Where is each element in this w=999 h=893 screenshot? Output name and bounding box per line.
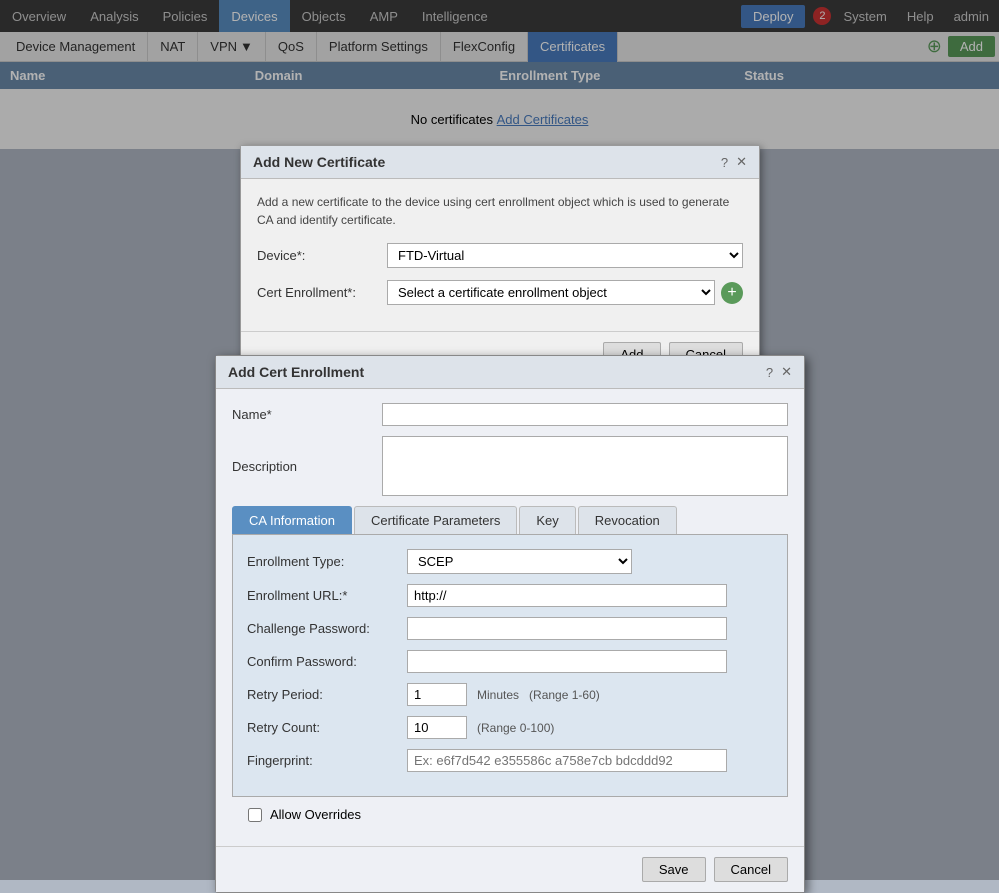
confirm-password-row: Confirm Password: bbox=[247, 650, 773, 673]
tab-ca-content: Enrollment Type: SCEP Enrollment URL:* C… bbox=[232, 535, 788, 797]
device-select[interactable]: FTD-Virtual bbox=[387, 243, 743, 268]
confirm-password-label: Confirm Password: bbox=[247, 654, 407, 669]
ace-description-label: Description bbox=[232, 459, 382, 474]
dialog-ace-close-icon[interactable]: ✕ bbox=[781, 364, 792, 380]
cert-enrollment-row: Cert Enrollment*: Select a certificate e… bbox=[257, 280, 743, 305]
confirm-password-input[interactable] bbox=[407, 650, 727, 673]
enrollment-url-row: Enrollment URL:* bbox=[247, 584, 773, 607]
cert-enrollment-wrapper: Select a certificate enrollment object + bbox=[387, 280, 743, 305]
tab-certificate-parameters[interactable]: Certificate Parameters bbox=[354, 506, 517, 534]
cert-enrollment-label: Cert Enrollment*: bbox=[257, 285, 387, 300]
allow-overrides-label: Allow Overrides bbox=[270, 807, 361, 822]
challenge-password-label: Challenge Password: bbox=[247, 621, 407, 636]
retry-count-range: (Range 0-100) bbox=[477, 721, 554, 735]
dialog-ace-header: Add Cert Enrollment ? ✕ bbox=[216, 356, 804, 389]
dialog-ace-save-button[interactable]: Save bbox=[642, 857, 706, 882]
tab-revocation[interactable]: Revocation bbox=[578, 506, 677, 534]
enrollment-type-label: Enrollment Type: bbox=[247, 554, 407, 569]
enrollment-url-label: Enrollment URL:* bbox=[247, 588, 407, 603]
retry-period-label: Retry Period: bbox=[247, 687, 407, 702]
retry-count-row: Retry Count: (Range 0-100) bbox=[247, 716, 773, 739]
enrollment-url-input[interactable] bbox=[407, 584, 727, 607]
dialog-ace-help-icon[interactable]: ? bbox=[766, 364, 773, 380]
ace-name-input[interactable] bbox=[382, 403, 788, 426]
retry-period-input[interactable] bbox=[407, 683, 467, 706]
dialog-ace-icons: ? ✕ bbox=[766, 364, 792, 380]
fingerprint-input[interactable] bbox=[407, 749, 727, 772]
dialog-anc-header: Add New Certificate ? ✕ bbox=[241, 146, 759, 179]
add-enrollment-button[interactable]: + bbox=[721, 282, 743, 304]
enrollment-type-select[interactable]: SCEP bbox=[407, 549, 632, 574]
allow-overrides-checkbox[interactable] bbox=[248, 808, 262, 822]
dialog-anc-title: Add New Certificate bbox=[253, 154, 385, 170]
ace-description-input[interactable] bbox=[382, 436, 788, 496]
device-select-wrapper: FTD-Virtual bbox=[387, 243, 743, 268]
tab-key[interactable]: Key bbox=[519, 506, 575, 534]
ace-name-label: Name* bbox=[232, 407, 382, 422]
fingerprint-row: Fingerprint: bbox=[247, 749, 773, 772]
dialog-ace-cancel-button[interactable]: Cancel bbox=[714, 857, 788, 882]
retry-period-unit: Minutes bbox=[477, 688, 519, 702]
ace-name-row: Name* bbox=[232, 403, 788, 426]
dialog-anc-close-icon[interactable]: ✕ bbox=[736, 154, 747, 170]
add-cert-enrollment-dialog: Add Cert Enrollment ? ✕ Name* Descriptio… bbox=[215, 355, 805, 893]
challenge-password-input[interactable] bbox=[407, 617, 727, 640]
cert-enrollment-select[interactable]: Select a certificate enrollment object bbox=[387, 280, 715, 305]
device-label: Device*: bbox=[257, 248, 387, 263]
retry-period-range: (Range 1-60) bbox=[529, 688, 600, 702]
dialog-anc-icons: ? ✕ bbox=[721, 154, 747, 170]
device-row: Device*: FTD-Virtual bbox=[257, 243, 743, 268]
challenge-password-row: Challenge Password: bbox=[247, 617, 773, 640]
dialog-ace-body: Name* Description CA Information Certifi… bbox=[216, 389, 804, 846]
dialog-ace-title: Add Cert Enrollment bbox=[228, 364, 364, 380]
fingerprint-label: Fingerprint: bbox=[247, 753, 407, 768]
tab-ca-information[interactable]: CA Information bbox=[232, 506, 352, 534]
dialog-anc-description: Add a new certificate to the device usin… bbox=[257, 193, 743, 229]
allow-overrides-row: Allow Overrides bbox=[232, 797, 788, 832]
dialog-anc-help-icon[interactable]: ? bbox=[721, 154, 728, 170]
retry-count-input[interactable] bbox=[407, 716, 467, 739]
ace-description-row: Description bbox=[232, 436, 788, 496]
add-new-certificate-dialog: Add New Certificate ? ✕ Add a new certif… bbox=[240, 145, 760, 378]
ace-tabs: CA Information Certificate Parameters Ke… bbox=[232, 506, 788, 535]
dialog-ace-footer: Save Cancel bbox=[216, 846, 804, 892]
dialog-anc-body: Add a new certificate to the device usin… bbox=[241, 179, 759, 331]
enrollment-type-row: Enrollment Type: SCEP bbox=[247, 549, 773, 574]
retry-count-label: Retry Count: bbox=[247, 720, 407, 735]
retry-period-row: Retry Period: Minutes (Range 1-60) bbox=[247, 683, 773, 706]
